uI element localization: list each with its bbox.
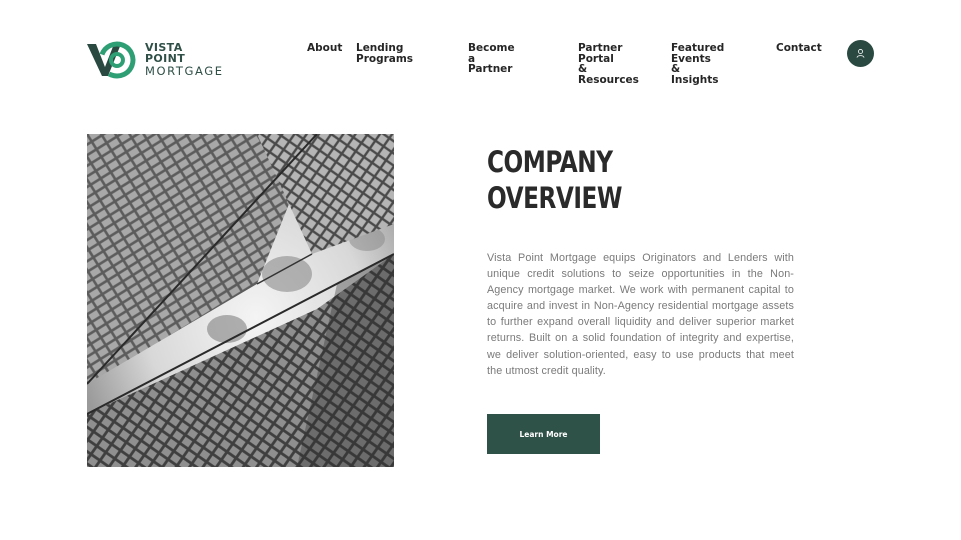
- nav-item-contact[interactable]: Contact: [776, 43, 822, 54]
- nav-item-featured-events[interactable]: Featured Events & Insights: [671, 43, 724, 85]
- company-description: Vista Point Mortgage equips Originators …: [487, 252, 794, 377]
- vista-point-logo-icon: [87, 41, 136, 79]
- brand-name-line2: MORTGAGE: [144, 64, 224, 79]
- nav-item-become-a-partner[interactable]: Become a Partner: [468, 43, 515, 75]
- brand-name: VISTA POINT MORTGAGE: [145, 42, 227, 78]
- section-title-line1: COMPANY: [487, 145, 613, 179]
- section-title: COMPANY OVERVIEW: [487, 144, 695, 216]
- nav-item-partner-portal[interactable]: Partner Portal & Resources: [578, 43, 639, 85]
- nav-item-about[interactable]: About: [307, 43, 342, 54]
- brand-logo[interactable]: VISTA POINT MORTGAGE: [87, 39, 227, 81]
- learn-more-button[interactable]: Learn More: [487, 414, 600, 454]
- user-account-button[interactable]: [847, 40, 874, 67]
- glass-skyscrapers-photo: [87, 134, 394, 467]
- brand-name-line1: VISTA POINT: [144, 41, 186, 66]
- user-icon: [856, 49, 865, 58]
- hero-image: [87, 134, 394, 467]
- section-title-line2: OVERVIEW: [487, 181, 622, 215]
- nav-item-lending-programs[interactable]: Lending Programs: [356, 43, 413, 64]
